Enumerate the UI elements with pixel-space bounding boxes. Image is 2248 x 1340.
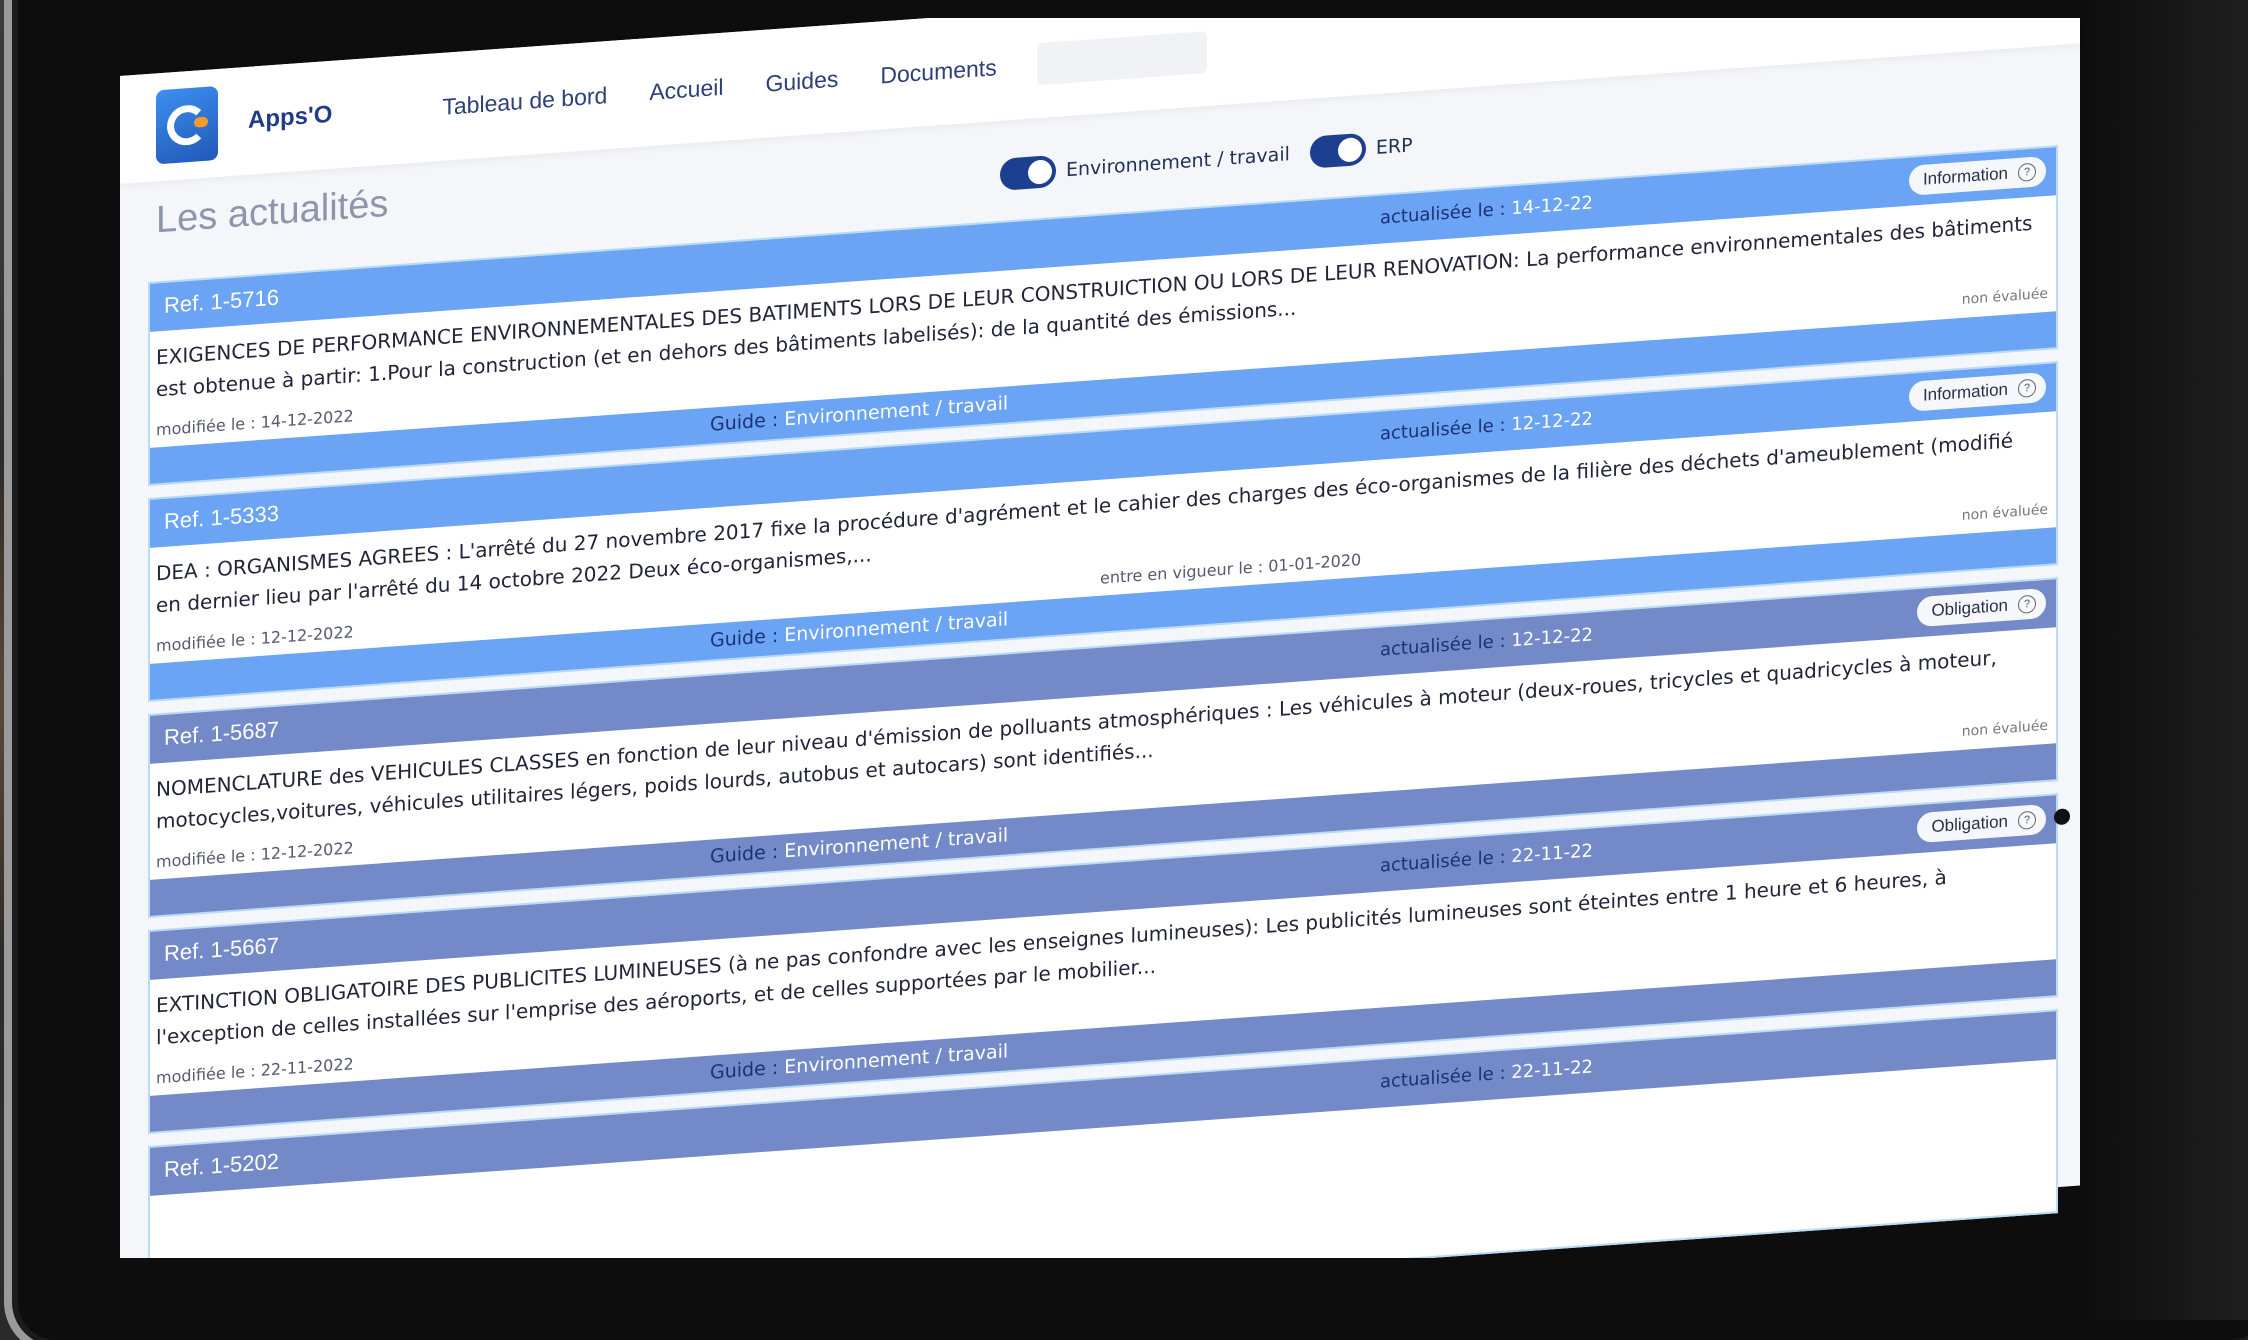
nav-link-accueil[interactable]: Accueil: [649, 73, 723, 105]
help-icon[interactable]: ?: [2018, 810, 2036, 830]
card-ref[interactable]: Ref. 1-5716: [164, 285, 279, 319]
card-modified-date: 14-12-2022: [260, 406, 354, 432]
card-in-force-date: 01-01-2020: [1268, 550, 1362, 576]
card-ref[interactable]: Ref. 1-5667: [164, 933, 279, 967]
card-guide-name[interactable]: Environnement / travail: [784, 608, 1008, 646]
card-ref[interactable]: Ref. 1-5687: [164, 717, 279, 751]
card-guide-name[interactable]: Environnement / travail: [784, 392, 1008, 430]
app-logo[interactable]: [156, 85, 218, 165]
label-guide: Guide :: [710, 1056, 785, 1084]
nav-link-guides[interactable]: Guides: [766, 65, 839, 97]
type-badge-label: Information: [1922, 163, 2008, 189]
label-actualisee: actualisée le :: [1380, 630, 1512, 661]
card-updated-date: 22-11-22: [1511, 840, 1593, 868]
card-updated-date: 12-12-22: [1511, 624, 1593, 652]
toggle-switch-icon[interactable]: [1000, 154, 1056, 191]
filter-erp[interactable]: ERP: [1309, 129, 1413, 169]
card-guide-name[interactable]: Environnement / travail: [784, 1040, 1008, 1078]
filter-label: ERP: [1375, 134, 1413, 159]
card-updated-date: 14-12-22: [1511, 192, 1593, 220]
label-guide: Guide :: [710, 408, 785, 436]
nav-links: Tableau de bord Accueil Guides Documents: [442, 54, 996, 121]
card-updated-date: 22-11-22: [1511, 1056, 1593, 1084]
filter-environnement[interactable]: Environnement / travail: [1000, 138, 1290, 191]
toggle-switch-icon[interactable]: [1309, 132, 1366, 169]
card-modified-date: 22-11-2022: [260, 1054, 354, 1080]
card-updated: actualisée le : 12-12-22: [1380, 624, 1593, 660]
help-icon[interactable]: ?: [2018, 162, 2036, 182]
type-badge-label: Obligation: [1931, 595, 2008, 621]
label-actualisee: actualisée le :: [1380, 198, 1512, 229]
card-guide: Guide : Environnement / travail: [710, 1040, 1008, 1083]
app-name[interactable]: Apps'O: [248, 101, 332, 135]
nav-link-tableau-de-bord[interactable]: Tableau de bord: [442, 82, 607, 121]
label-guide: Guide :: [710, 840, 785, 868]
page-title: Les actualités: [156, 182, 389, 242]
card-modified-date: 12-12-2022: [260, 838, 354, 864]
news-list: Ref. 1-5716 actualisée le : 14-12-22 Inf…: [120, 144, 2080, 1258]
evaluation-status: non évaluée: [1961, 717, 2048, 740]
card-guide: Guide : Environnement / travail: [710, 392, 1008, 435]
status-dot-icon: [2054, 808, 2070, 826]
type-badge[interactable]: Obligation?: [1917, 587, 2046, 628]
nav-link-documents[interactable]: Documents: [880, 54, 996, 89]
help-icon[interactable]: ?: [2018, 378, 2036, 398]
nav-search-field[interactable]: [1036, 31, 1207, 86]
label-actualisee: actualisée le :: [1380, 846, 1512, 877]
type-badge[interactable]: Information?: [1908, 155, 2046, 196]
label-modifiee: modifiée le :: [156, 412, 261, 440]
label-actualisee: actualisée le :: [1380, 414, 1512, 445]
card-ref[interactable]: Ref. 1-5333: [164, 501, 279, 535]
card-guide: Guide : Environnement / travail: [710, 608, 1008, 651]
screen-viewport: Apps'O Tableau de bord Accueil Guides Do…: [120, 18, 2170, 1258]
type-badge-label: Information: [1922, 379, 2008, 405]
card-updated: actualisée le : 12-12-22: [1380, 408, 1593, 444]
filter-label: Environnement / travail: [1066, 143, 1290, 182]
card-ref[interactable]: Ref. 1-5202: [164, 1149, 279, 1183]
label-modifiee: modifiée le :: [156, 1060, 261, 1088]
card-guide: Guide : Environnement / travail: [710, 824, 1008, 867]
help-icon[interactable]: ?: [2018, 594, 2036, 614]
card-updated-date: 12-12-22: [1511, 408, 1593, 436]
label-guide: Guide :: [710, 624, 785, 652]
card-modified-date: 12-12-2022: [260, 622, 354, 648]
type-badge-label: Obligation: [1931, 811, 2008, 837]
label-vigueur: entre en vigueur le :: [1100, 556, 1269, 588]
card-updated: actualisée le : 22-11-22: [1380, 840, 1593, 876]
card-updated: actualisée le : 14-12-22: [1380, 192, 1593, 228]
type-badge[interactable]: Information?: [1908, 371, 2046, 412]
card-guide-name[interactable]: Environnement / travail: [784, 824, 1008, 862]
filter-toggles: Environnement / travail ERP: [1000, 129, 1413, 191]
card-updated: actualisée le : 22-11-22: [1380, 1056, 1593, 1092]
type-badge[interactable]: Obligation?: [1917, 803, 2070, 844]
label-modifiee: modifiée le :: [156, 844, 261, 872]
evaluation-status: non évaluée: [1961, 285, 2048, 308]
label-actualisee: actualisée le :: [1380, 1062, 1512, 1093]
screen: Apps'O Tableau de bord Accueil Guides Do…: [120, 18, 2080, 1258]
label-modifiee: modifiée le :: [156, 628, 261, 656]
evaluation-status: non évaluée: [1961, 501, 2048, 524]
